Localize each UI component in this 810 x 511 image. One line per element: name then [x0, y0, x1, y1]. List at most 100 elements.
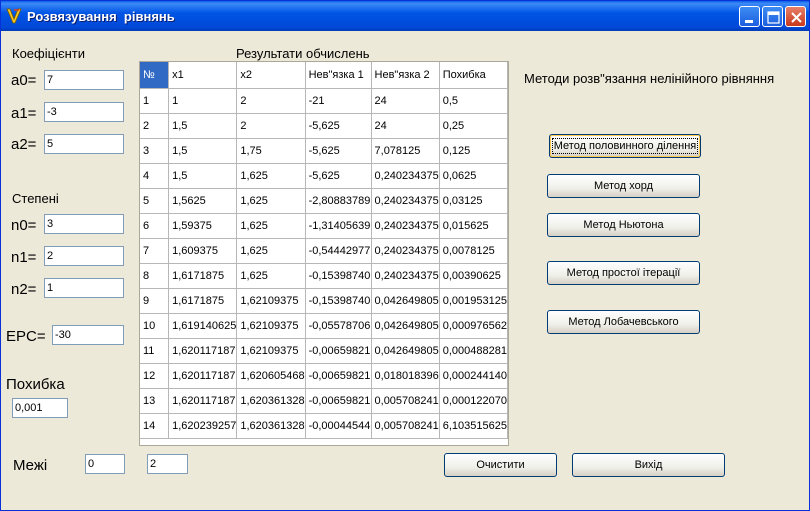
- table-cell[interactable]: 2: [236, 113, 306, 139]
- table-cell[interactable]: -0,54442977: [305, 238, 372, 264]
- maximize-button[interactable]: [762, 6, 783, 27]
- table-header-cell[interactable]: x2: [236, 62, 306, 89]
- table-cell[interactable]: 1,619140625: [168, 313, 238, 339]
- table-cell[interactable]: 0,125: [439, 138, 508, 164]
- table-cell[interactable]: 13: [140, 388, 170, 414]
- minimize-button[interactable]: [739, 6, 760, 27]
- n1-field[interactable]: 2: [44, 246, 124, 266]
- table-cell[interactable]: 0,000976562: [439, 313, 508, 339]
- error-field[interactable]: 0,001: [12, 398, 68, 418]
- table-cell[interactable]: 1,6171875: [168, 288, 238, 314]
- table-cell[interactable]: -0,00659821: [305, 363, 372, 389]
- table-cell[interactable]: 1,620361328: [236, 388, 306, 414]
- table-cell[interactable]: 1,625: [236, 213, 306, 239]
- table-cell[interactable]: 0,03125: [439, 188, 508, 214]
- results-grid[interactable]: № x1 x2 Нев"язка 1 Нев"язка 2 Похибка 1 1 2 -21 24…: [139, 61, 509, 446]
- table-cell[interactable]: 0,015625: [439, 213, 508, 239]
- table-cell[interactable]: 1,625: [236, 163, 306, 189]
- table-cell[interactable]: 2: [236, 88, 306, 114]
- table-cell[interactable]: 0,000244140: [439, 363, 508, 389]
- table-cell[interactable]: 0,042649805: [371, 338, 440, 364]
- table-cell[interactable]: 3: [140, 138, 170, 164]
- simple-iteration-method-button[interactable]: Метод простої ітерації: [547, 261, 700, 285]
- table-cell[interactable]: 0,240234375: [371, 188, 440, 214]
- table-cell[interactable]: 1,620117187: [168, 363, 238, 389]
- table-cell[interactable]: 0,00390625: [439, 263, 508, 289]
- table-cell[interactable]: 0,042649805: [371, 313, 440, 339]
- table-cell[interactable]: 1,62109375: [236, 288, 306, 314]
- table-cell[interactable]: 0,240234375: [371, 213, 440, 239]
- newton-method-button[interactable]: Метод Ньютона: [547, 213, 700, 237]
- a1-field[interactable]: -3: [44, 102, 124, 122]
- table-cell[interactable]: 1,620117187: [168, 338, 238, 364]
- n0-field[interactable]: 3: [44, 214, 124, 234]
- table-cell[interactable]: 8: [140, 263, 170, 289]
- table-cell[interactable]: -0,00659821: [305, 388, 372, 414]
- table-cell[interactable]: -5,625: [305, 138, 372, 164]
- table-header-cell[interactable]: №: [140, 62, 170, 89]
- table-cell[interactable]: 1,75: [236, 138, 306, 164]
- table-cell[interactable]: 0,240234375: [371, 163, 440, 189]
- table-cell[interactable]: -21: [305, 88, 372, 114]
- lower-bound-field[interactable]: 0: [85, 454, 125, 474]
- table-cell[interactable]: 1,620239257: [168, 413, 238, 439]
- title-bar[interactable]: Розвязування рівнянь: [1, 1, 809, 31]
- table-cell[interactable]: 0,042649805: [371, 288, 440, 314]
- table-cell[interactable]: 0,0625: [439, 163, 508, 189]
- bisection-method-button[interactable]: Метод половинного ділення: [549, 134, 701, 158]
- table-cell[interactable]: 10: [140, 313, 170, 339]
- table-cell[interactable]: 1,59375: [168, 213, 238, 239]
- table-header-cell[interactable]: Нев"язка 1: [305, 62, 372, 89]
- table-cell[interactable]: 1,62109375: [236, 338, 306, 364]
- table-cell[interactable]: -5,625: [305, 113, 372, 139]
- table-cell[interactable]: 1,6171875: [168, 263, 238, 289]
- table-cell[interactable]: 1,62109375: [236, 313, 306, 339]
- table-cell[interactable]: -0,15398740: [305, 263, 372, 289]
- a0-field[interactable]: 7: [44, 70, 124, 90]
- table-cell[interactable]: 1: [140, 88, 170, 114]
- table-cell[interactable]: 24: [371, 113, 440, 139]
- a2-field[interactable]: 5: [44, 134, 124, 154]
- table-cell[interactable]: 0,005708241: [371, 413, 440, 439]
- table-cell[interactable]: 0,005708241: [371, 388, 440, 414]
- n2-field[interactable]: 1: [44, 278, 124, 298]
- close-button[interactable]: [785, 6, 806, 27]
- lobachevsky-method-button[interactable]: Метод Лобачевського: [547, 310, 700, 334]
- eps-field[interactable]: -30: [52, 325, 124, 345]
- table-cell[interactable]: 7: [140, 238, 170, 264]
- table-cell[interactable]: 2: [140, 113, 170, 139]
- table-cell[interactable]: -0,00659821: [305, 338, 372, 364]
- table-cell[interactable]: 0,240234375: [371, 263, 440, 289]
- table-cell[interactable]: 1,5625: [168, 188, 238, 214]
- table-cell[interactable]: 1,620117187: [168, 388, 238, 414]
- table-cell[interactable]: -5,625: [305, 163, 372, 189]
- table-cell[interactable]: 4: [140, 163, 170, 189]
- table-cell[interactable]: 0,0078125: [439, 238, 508, 264]
- exit-button[interactable]: Вихід: [572, 453, 725, 477]
- table-cell[interactable]: -0,00044544: [305, 413, 372, 439]
- table-cell[interactable]: 0,018018396: [371, 363, 440, 389]
- clear-button[interactable]: Очистити: [444, 453, 557, 477]
- table-cell[interactable]: 0,000122070: [439, 388, 508, 414]
- table-header-cell[interactable]: Похибка: [439, 62, 508, 89]
- table-cell[interactable]: -0,15398740: [305, 288, 372, 314]
- table-cell[interactable]: 6,103515625: [439, 413, 508, 439]
- table-cell[interactable]: 0,000488281: [439, 338, 508, 364]
- table-cell[interactable]: 14: [140, 413, 170, 439]
- table-header-cell[interactable]: Нев"язка 2: [371, 62, 440, 89]
- table-cell[interactable]: 1,5: [168, 113, 238, 139]
- table-cell[interactable]: -0,05578706: [305, 313, 372, 339]
- table-cell[interactable]: 0,240234375: [371, 238, 440, 264]
- table-cell[interactable]: 1,620361328: [236, 413, 306, 439]
- table-cell[interactable]: 1,625: [236, 238, 306, 264]
- table-cell[interactable]: 24: [371, 88, 440, 114]
- table-cell[interactable]: 1,625: [236, 188, 306, 214]
- table-cell[interactable]: 0,001953125: [439, 288, 508, 314]
- table-cell[interactable]: 7,078125: [371, 138, 440, 164]
- upper-bound-field[interactable]: 2: [147, 454, 188, 474]
- table-cell[interactable]: -2,80883789: [305, 188, 372, 214]
- table-header-cell[interactable]: x1: [168, 62, 238, 89]
- table-cell[interactable]: 1,5: [168, 138, 238, 164]
- table-cell[interactable]: 11: [140, 338, 170, 364]
- table-cell[interactable]: -1,31405639: [305, 213, 372, 239]
